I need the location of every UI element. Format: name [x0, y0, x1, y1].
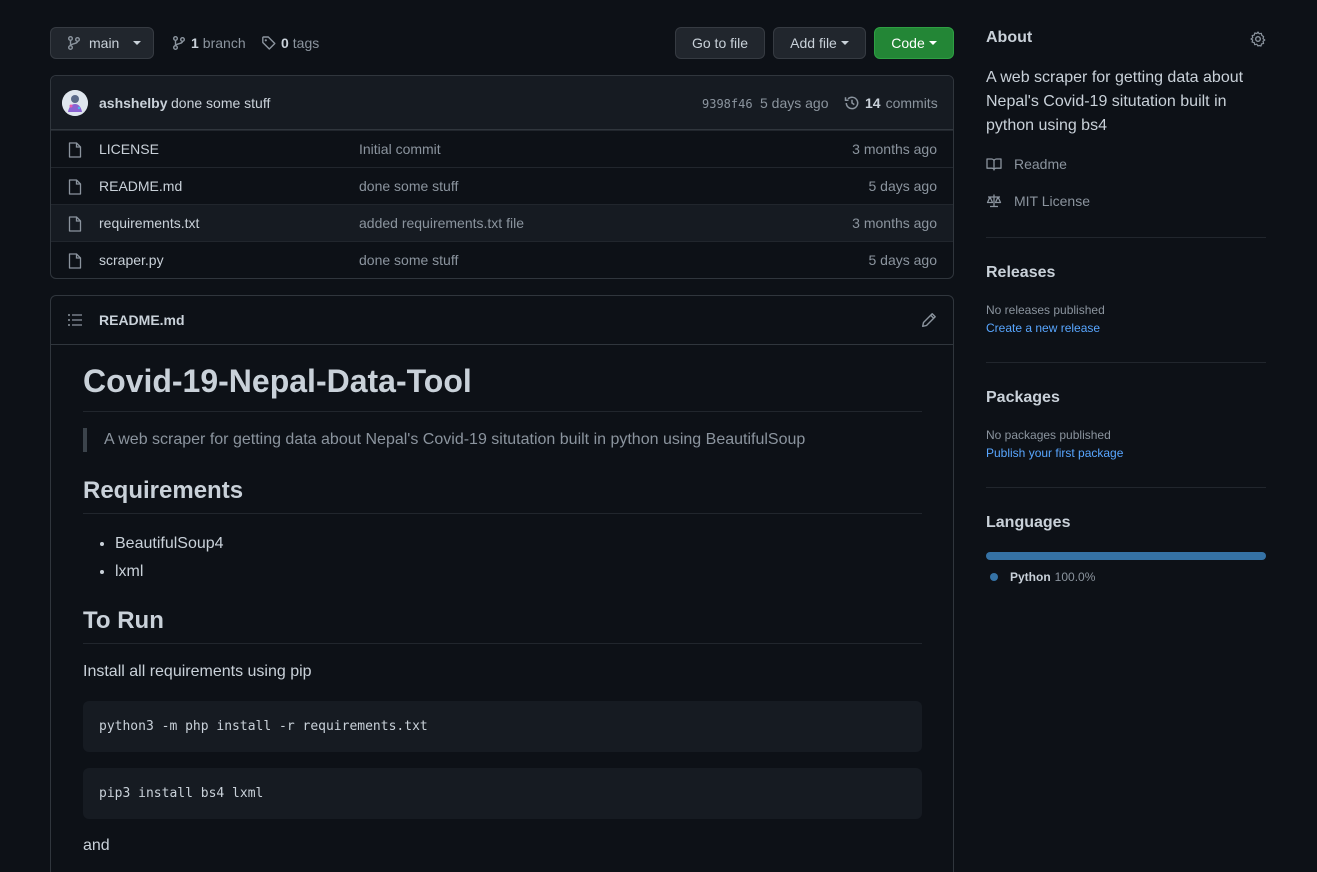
branch-name: main — [89, 35, 120, 51]
avatar[interactable] — [62, 90, 88, 116]
about-heading: About — [986, 29, 1033, 46]
file-row[interactable]: LICENSE Initial commit 3 months ago — [51, 130, 953, 167]
commit-author[interactable]: ashshelby — [99, 95, 167, 111]
install-text: Install all requirements using pip — [83, 663, 312, 680]
git-branch-icon — [66, 35, 82, 51]
file-row[interactable]: scraper.py done some stuff 5 days ago — [51, 241, 953, 278]
requirements-list: BeautifulSoup4 lxml — [83, 530, 224, 586]
file-name[interactable]: requirements.txt — [99, 215, 199, 231]
heading-requirements: Requirements — [83, 476, 922, 514]
file-row[interactable]: README.md done some stuff 5 days ago — [51, 167, 953, 204]
pencil-icon[interactable] — [921, 312, 937, 328]
go-to-file-button[interactable]: Go to file — [675, 27, 765, 59]
book-icon — [986, 156, 1002, 172]
file-age: 5 days ago — [868, 252, 938, 268]
divider — [986, 362, 1266, 363]
repo-toolbar: main 1 branch 0 tags Go to file Add file… — [50, 27, 954, 59]
commit-sha[interactable]: 9398f46 — [702, 97, 753, 111]
gear-icon[interactable] — [1250, 31, 1266, 47]
file-age: 5 days ago — [868, 178, 938, 194]
publish-package-link[interactable]: Publish your first package — [986, 446, 1123, 460]
code-button[interactable]: Code — [874, 27, 954, 59]
commit-count-label: commits — [885, 95, 938, 111]
file-icon — [68, 142, 82, 158]
commits-link[interactable]: 14 commits — [844, 95, 938, 111]
readme-header: README.md — [51, 296, 953, 345]
branch-count: 1 — [191, 35, 199, 51]
readme-link[interactable]: Readme — [986, 156, 1067, 172]
language-color-dot — [990, 573, 998, 581]
tag-label: tags — [292, 35, 320, 51]
file-row[interactable]: requirements.txt added requirements.txt … — [51, 204, 953, 241]
branch-label: branch — [202, 35, 246, 51]
list-item: BeautifulSoup4 — [115, 530, 224, 558]
file-name[interactable]: README.md — [99, 178, 182, 194]
license-link-label: MIT License — [1014, 193, 1090, 209]
file-commit-message[interactable]: Initial commit — [359, 141, 441, 157]
file-name[interactable]: scraper.py — [99, 252, 164, 268]
commit-message[interactable]: done some stuff — [171, 95, 270, 111]
law-icon — [986, 193, 1002, 209]
readme-link-label: Readme — [1014, 156, 1067, 172]
tag-count: 0 — [281, 35, 289, 51]
commit-age: 5 days ago — [760, 95, 829, 111]
tag-icon — [261, 35, 277, 51]
languages-heading: Languages — [986, 514, 1071, 531]
file-commit-message[interactable]: done some stuff — [359, 252, 458, 268]
heading-to-run: To Run — [83, 606, 922, 644]
branch-select-button[interactable]: main — [50, 27, 154, 59]
file-age: 3 months ago — [852, 141, 937, 157]
readme-panel: README.md Covid-19-Nepal-Data-Tool A web… — [50, 295, 954, 872]
file-icon — [68, 179, 82, 195]
language-bar — [986, 552, 1266, 560]
language-percent: 100.0% — [1054, 570, 1096, 584]
and-text: and — [83, 837, 110, 854]
file-icon — [68, 253, 82, 269]
divider — [986, 237, 1266, 238]
latest-commit-bar: ashshelby done some stuff 9398f46 5 days… — [51, 76, 953, 130]
code-block: python3 -m php install -r requirements.t… — [83, 701, 922, 752]
readme-filename[interactable]: README.md — [99, 312, 185, 328]
file-commit-message[interactable]: done some stuff — [359, 178, 458, 194]
chevron-down-icon — [928, 41, 937, 45]
about-description: A web scraper for getting data about Nep… — [986, 69, 1244, 134]
readme-title: Covid-19-Nepal-Data-Tool — [83, 362, 922, 412]
language-item[interactable]: Python 100.0% — [990, 570, 1095, 584]
chevron-down-icon — [133, 41, 142, 45]
branches-link[interactable]: 1 branch — [171, 27, 246, 59]
packages-heading[interactable]: Packages — [986, 389, 1060, 407]
divider — [986, 487, 1266, 488]
list-unordered-icon[interactable] — [67, 313, 83, 327]
language-name: Python — [1010, 570, 1051, 584]
list-item: lxml — [115, 558, 224, 586]
file-name[interactable]: LICENSE — [99, 141, 159, 157]
file-icon — [68, 216, 82, 232]
add-file-button[interactable]: Add file — [773, 27, 866, 59]
file-commit-message[interactable]: added requirements.txt file — [359, 215, 524, 231]
add-file-label: Add file — [790, 35, 837, 51]
git-branch-icon — [171, 35, 187, 51]
packages-empty-text: No packages published — [986, 428, 1111, 442]
readme-blockquote: A web scraper for getting data about Nep… — [83, 428, 805, 452]
history-icon — [844, 95, 860, 111]
releases-empty-text: No releases published — [986, 303, 1105, 317]
file-age: 3 months ago — [852, 215, 937, 231]
commit-count: 14 — [865, 95, 881, 111]
releases-heading[interactable]: Releases — [986, 264, 1055, 282]
code-label: Code — [891, 35, 925, 51]
code-block: pip3 install bs4 lxml — [83, 768, 922, 819]
file-browser: ashshelby done some stuff 9398f46 5 days… — [50, 75, 954, 279]
chevron-down-icon — [840, 41, 849, 45]
tags-link[interactable]: 0 tags — [261, 27, 319, 59]
create-release-link[interactable]: Create a new release — [986, 321, 1100, 335]
license-link[interactable]: MIT License — [986, 193, 1090, 209]
